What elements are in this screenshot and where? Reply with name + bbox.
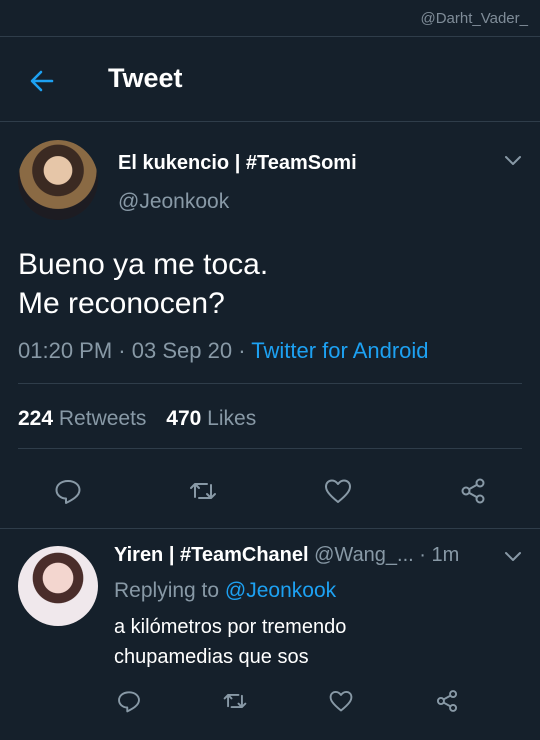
replying-to: Replying to @Jeonkook xyxy=(114,579,336,603)
author-avatar[interactable] xyxy=(18,140,98,220)
likes-count-group[interactable]: 470 Likes xyxy=(166,407,256,430)
tweet-text-line: Me reconocen? xyxy=(18,287,225,320)
tweet-menu-button[interactable] xyxy=(504,155,522,167)
retweet-button[interactable] xyxy=(188,476,218,506)
reply-author-name[interactable]: Yiren | #TeamChanel xyxy=(114,544,309,566)
like-icon xyxy=(329,690,353,712)
reply-age: 1m xyxy=(431,544,460,566)
reply-button[interactable] xyxy=(53,476,83,506)
like-label: Likes xyxy=(207,407,257,430)
tweet-time: 01:20 PM xyxy=(18,338,113,363)
divider xyxy=(0,528,540,529)
chevron-down-icon xyxy=(505,552,521,561)
back-button[interactable] xyxy=(28,67,56,95)
tweet-source-link[interactable]: Twitter for Android xyxy=(251,338,428,363)
share-icon xyxy=(436,690,458,712)
meta-separator: · xyxy=(118,338,132,363)
author-name[interactable]: El kukencio | #TeamSomi xyxy=(118,152,357,175)
share-button[interactable] xyxy=(458,476,488,506)
retweets-count-group[interactable]: 224 Retweets xyxy=(18,407,152,430)
meta-separator: · xyxy=(419,544,426,566)
meta-separator: · xyxy=(238,338,252,363)
retweet-count: 224 xyxy=(18,407,54,430)
reply-icon xyxy=(55,480,81,504)
engagement-counts: 224 Retweets 470 Likes xyxy=(18,407,256,431)
tweet-actions xyxy=(0,476,540,506)
like-count: 470 xyxy=(166,407,202,430)
like-button[interactable] xyxy=(323,476,353,506)
tweet-meta: 01:20 PM · 03 Sep 20 · Twitter for Andro… xyxy=(18,338,429,364)
share-button[interactable] xyxy=(434,688,460,714)
author-handle[interactable]: @Jeonkook xyxy=(118,190,229,214)
reply-button[interactable] xyxy=(116,688,142,714)
chevron-down-icon xyxy=(505,156,521,165)
retweet-label: Retweets xyxy=(58,407,147,430)
reply-header: Yiren | #TeamChanel @Wang_... · 1m xyxy=(114,544,504,567)
like-icon xyxy=(325,479,351,503)
share-icon xyxy=(461,478,485,504)
arrow-left-icon xyxy=(30,70,54,92)
reply-author-avatar[interactable] xyxy=(18,546,98,626)
replying-prefix: Replying to xyxy=(114,579,220,602)
reply-author-handle[interactable]: @Wang_... xyxy=(314,544,414,566)
reply-text: a kilómetros por tremendo chupamedias qu… xyxy=(114,612,514,672)
tweet-date: 03 Sep 20 xyxy=(131,338,233,363)
divider xyxy=(18,448,522,449)
reply-menu-button[interactable] xyxy=(504,551,522,563)
like-button[interactable] xyxy=(328,688,354,714)
watermark: @Darht_Vader_ xyxy=(420,10,528,27)
page-title: Tweet xyxy=(108,63,183,93)
divider xyxy=(18,383,522,384)
reply-icon xyxy=(118,691,140,713)
replying-mention[interactable]: @Jeonkook xyxy=(225,579,336,602)
retweet-icon xyxy=(223,693,247,709)
retweet-icon xyxy=(190,483,216,499)
tweet-text-line: Bueno ya me toca. xyxy=(18,248,269,281)
retweet-button[interactable] xyxy=(222,688,248,714)
reply-text-line: a kilómetros por tremendo xyxy=(114,616,347,638)
reply-text-line: chupamedias que sos xyxy=(114,646,309,668)
header-bar: Tweet xyxy=(0,36,540,122)
reply-actions xyxy=(0,688,540,714)
tweet-text: Bueno ya me toca. Me reconocen? xyxy=(18,245,518,323)
